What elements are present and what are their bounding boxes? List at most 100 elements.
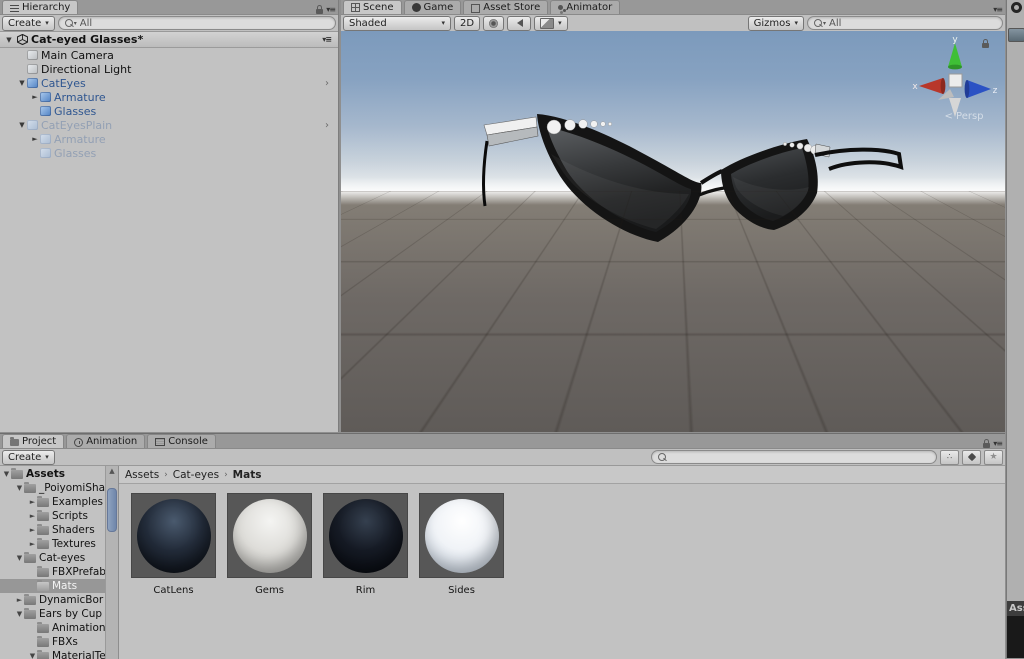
expander-icon[interactable]: ▼ xyxy=(17,121,27,129)
gizmo-center-cube[interactable] xyxy=(949,74,962,87)
folder-row[interactable]: Animation xyxy=(0,621,106,635)
prefab-nav-arrow-icon[interactable]: › xyxy=(325,120,329,131)
view-tab[interactable]: Game xyxy=(404,0,462,14)
folder-row[interactable]: ► Examples xyxy=(0,495,106,509)
2d-toggle-button[interactable]: 2D xyxy=(454,16,480,31)
scrollbar-thumb[interactable] xyxy=(107,488,117,532)
panel-menu-icon[interactable]: ▾≡ xyxy=(326,5,335,14)
panel-menu-icon[interactable]: ▾≡ xyxy=(993,439,1002,448)
view-tab[interactable]: Animator xyxy=(550,0,620,14)
project-create-button[interactable]: Create ▾ xyxy=(2,450,55,465)
prefab-nav-arrow-icon[interactable]: › xyxy=(325,78,329,89)
hierarchy-item[interactable]: ► Armature xyxy=(0,132,338,146)
expander-icon[interactable]: ► xyxy=(28,512,37,520)
folder-icon xyxy=(37,512,49,521)
z-axis-cone[interactable] xyxy=(967,80,991,98)
material-thumbnail[interactable] xyxy=(419,493,504,578)
bottom-tab[interactable]: Animation xyxy=(66,434,145,448)
expander-icon[interactable]: ▼ xyxy=(15,484,24,492)
material-asset[interactable]: Rim xyxy=(323,493,408,596)
expander-icon[interactable]: ► xyxy=(28,498,37,506)
hierarchy-search-field[interactable] xyxy=(80,18,329,29)
audio-toggle-button[interactable] xyxy=(507,16,531,31)
bottom-tab[interactable]: Project xyxy=(2,434,64,448)
hierarchy-search-input[interactable]: ▾ xyxy=(58,16,336,30)
bottom-tab[interactable]: Console xyxy=(147,434,216,448)
material-asset[interactable]: CatLens xyxy=(131,493,216,596)
folder-row[interactable]: ▼ Assets xyxy=(0,467,106,481)
scene-header-row[interactable]: ▼ Cat-eyed Glasses* ▾≡ xyxy=(0,32,338,48)
gizmos-dropdown[interactable]: Gizmos ▾ xyxy=(748,16,804,31)
folder-row[interactable]: Mats xyxy=(0,579,106,593)
project-search-input[interactable] xyxy=(651,450,937,464)
material-name: Rim xyxy=(323,585,408,596)
scene-search-input[interactable]: ▾ xyxy=(807,16,1003,30)
expander-icon[interactable]: ► xyxy=(30,93,40,101)
hierarchy-item[interactable]: ► Armature xyxy=(0,90,338,104)
expander-icon[interactable]: ► xyxy=(28,526,37,534)
lock-icon[interactable] xyxy=(982,43,989,48)
scene-expander-icon[interactable]: ▼ xyxy=(4,36,14,44)
folder-row[interactable]: ► Textures xyxy=(0,537,106,551)
folder-row[interactable]: FBXs xyxy=(0,635,106,649)
material-thumbnail[interactable] xyxy=(323,493,408,578)
expander-icon[interactable]: ▼ xyxy=(15,610,24,618)
scene-viewport[interactable]: y x z < Persp xyxy=(341,31,1005,432)
folder-row[interactable]: ► DynamicBor xyxy=(0,593,106,607)
material-asset[interactable]: Gems xyxy=(227,493,312,596)
lighting-toggle-button[interactable] xyxy=(483,16,504,31)
hierarchy-item[interactable]: ▼ CatEyes › xyxy=(0,76,338,90)
material-name: Gems xyxy=(227,585,312,596)
search-by-type-button[interactable]: ∴ xyxy=(940,450,959,465)
expander-icon[interactable]: ▼ xyxy=(2,470,11,478)
scene-menu-icon[interactable]: ▾≡ xyxy=(322,35,331,44)
tree-scrollbar[interactable]: ▲ xyxy=(105,466,118,659)
material-thumbnail[interactable] xyxy=(227,493,312,578)
account-icon[interactable] xyxy=(1011,2,1022,13)
x-axis-cone[interactable] xyxy=(919,78,943,94)
expander-icon[interactable]: ► xyxy=(28,540,37,548)
expander-icon[interactable]: ► xyxy=(15,596,24,604)
folder-row[interactable]: ▼ Ears by Cup xyxy=(0,607,106,621)
chevron-down-icon: ▾ xyxy=(558,19,562,27)
search-by-label-button[interactable] xyxy=(962,450,981,465)
expander-icon[interactable]: ► xyxy=(30,135,40,143)
panel-menu-icon[interactable]: ▾≡ xyxy=(993,5,1002,14)
effects-dropdown-button[interactable]: ▾ xyxy=(534,16,568,31)
hierarchy-item[interactable]: Glasses xyxy=(0,146,338,160)
material-thumbnail[interactable] xyxy=(131,493,216,578)
view-tab[interactable]: Scene xyxy=(343,0,402,14)
view-tab[interactable]: Asset Store xyxy=(463,0,548,14)
hierarchy-item[interactable]: Directional Light xyxy=(0,62,338,76)
hierarchy-item[interactable]: Main Camera xyxy=(0,48,338,62)
project-search-field[interactable] xyxy=(667,452,930,463)
chevron-down-icon: ▾ xyxy=(45,453,49,461)
cat-eye-glasses-model[interactable] xyxy=(411,99,951,274)
favorites-button[interactable]: ★ xyxy=(984,450,1003,465)
folder-row[interactable]: ► Shaders xyxy=(0,523,106,537)
y-axis-cone[interactable] xyxy=(948,43,962,67)
docked-window-thumbnail[interactable] xyxy=(1008,28,1024,42)
scene-search-field[interactable] xyxy=(829,18,996,29)
breadcrumb-item[interactable]: Mats xyxy=(233,469,262,481)
hierarchy-item[interactable]: ▼ CatEyesPlain › xyxy=(0,118,338,132)
breadcrumb-item[interactable]: Assets xyxy=(125,469,159,481)
tab-hierarchy[interactable]: Hierarchy xyxy=(2,0,78,14)
folder-row[interactable]: ▼ _PoiyomiSha xyxy=(0,481,106,495)
lock-icon[interactable] xyxy=(983,443,990,448)
breadcrumb-item[interactable]: Cat-eyes xyxy=(173,469,219,481)
shading-mode-dropdown[interactable]: Shaded ▾ xyxy=(343,16,451,31)
hierarchy-item[interactable]: Glasses xyxy=(0,104,338,118)
folder-row[interactable]: ► Scripts xyxy=(0,509,106,523)
folder-row[interactable]: ▼ Cat-eyes xyxy=(0,551,106,565)
scroll-up-arrow-icon[interactable]: ▲ xyxy=(106,466,118,476)
folder-icon xyxy=(37,638,49,647)
folder-row[interactable]: FBXPrefab xyxy=(0,565,106,579)
docked-panel-title[interactable]: Ass xyxy=(1007,601,1024,616)
projection-mode-label[interactable]: < Persp xyxy=(924,111,1004,122)
material-asset[interactable]: Sides xyxy=(419,493,504,596)
lock-icon[interactable] xyxy=(316,9,323,14)
expander-icon[interactable]: ▼ xyxy=(15,554,24,562)
hierarchy-create-button[interactable]: Create ▾ xyxy=(2,16,55,31)
expander-icon[interactable]: ▼ xyxy=(17,79,27,87)
